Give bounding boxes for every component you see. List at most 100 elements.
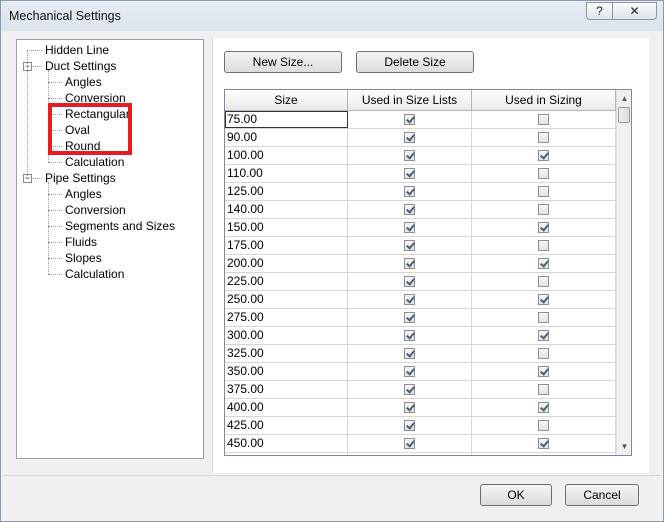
size-cell[interactable]: 425.00 xyxy=(225,417,348,434)
tree-item-calculation[interactable]: Calculation xyxy=(63,266,126,282)
size-cell[interactable]: 150.00 xyxy=(225,219,348,236)
table-row[interactable]: 400.00 xyxy=(225,399,616,417)
close-button[interactable]: ✕ xyxy=(612,2,657,20)
table-row[interactable]: 300.00 xyxy=(225,327,616,345)
table-row[interactable]: 175.00 xyxy=(225,237,616,255)
used-in-size-lists-checkbox[interactable] xyxy=(404,150,415,161)
table-row[interactable]: 75.00 xyxy=(225,111,616,129)
table-row[interactable]: 425.00 xyxy=(225,417,616,435)
size-cell[interactable]: 400.00 xyxy=(225,399,348,416)
table-row[interactable]: 200.00 xyxy=(225,255,616,273)
used-in-size-lists-checkbox[interactable] xyxy=(404,240,415,251)
ok-button[interactable]: OK xyxy=(480,484,552,506)
used-in-sizing-checkbox[interactable] xyxy=(538,240,549,251)
used-in-size-lists-checkbox[interactable] xyxy=(404,312,415,323)
table-row[interactable]: 90.00 xyxy=(225,129,616,147)
used-in-sizing-checkbox[interactable] xyxy=(538,132,549,143)
scroll-up-arrow-icon[interactable]: ▲ xyxy=(617,90,631,107)
column-header-used-in-sizing[interactable]: Used in Sizing xyxy=(472,90,616,110)
tree-item-conversion[interactable]: Conversion xyxy=(63,202,128,218)
used-in-sizing-checkbox[interactable] xyxy=(538,258,549,269)
table-row[interactable]: 375.00 xyxy=(225,381,616,399)
used-in-sizing-checkbox[interactable] xyxy=(538,114,549,125)
used-in-sizing-checkbox[interactable] xyxy=(538,366,549,377)
size-cell[interactable]: 225.00 xyxy=(225,273,348,290)
used-in-size-lists-checkbox[interactable] xyxy=(404,186,415,197)
vertical-scrollbar[interactable]: ▲ ▼ xyxy=(616,90,631,455)
column-header-used-in-size-lists[interactable]: Used in Size Lists xyxy=(348,90,472,110)
scroll-down-arrow-icon[interactable]: ▼ xyxy=(617,438,631,455)
used-in-size-lists-checkbox[interactable] xyxy=(404,348,415,359)
table-row[interactable]: 150.00 xyxy=(225,219,616,237)
used-in-size-lists-checkbox[interactable] xyxy=(404,294,415,305)
table-row[interactable]: 275.00 xyxy=(225,309,616,327)
cancel-button[interactable]: Cancel xyxy=(565,484,639,506)
used-in-size-lists-checkbox[interactable] xyxy=(404,402,415,413)
size-cell[interactable]: 375.00 xyxy=(225,381,348,398)
used-in-sizing-checkbox[interactable] xyxy=(538,312,549,323)
used-in-size-lists-checkbox[interactable] xyxy=(404,222,415,233)
used-in-size-lists-checkbox[interactable] xyxy=(404,366,415,377)
table-row[interactable]: 110.00 xyxy=(225,165,616,183)
table-row[interactable]: 125.00 xyxy=(225,183,616,201)
used-in-sizing-checkbox[interactable] xyxy=(538,384,549,395)
used-in-sizing-checkbox[interactable] xyxy=(538,420,549,431)
tree-item-segments-and-sizes[interactable]: Segments and Sizes xyxy=(63,218,177,234)
tree-item-pipe-settings[interactable]: Pipe Settings xyxy=(43,170,118,186)
used-in-size-lists-checkbox[interactable] xyxy=(404,438,415,449)
size-cell[interactable]: 175.00 xyxy=(225,237,348,254)
tree-item-angles[interactable]: Angles xyxy=(63,186,104,202)
help-button[interactable]: ? xyxy=(586,2,613,20)
table-row[interactable]: 450.00 xyxy=(225,435,616,453)
size-cell[interactable]: 125.00 xyxy=(225,183,348,200)
delete-size-button[interactable]: Delete Size xyxy=(356,51,474,73)
used-in-size-lists-checkbox[interactable] xyxy=(404,204,415,215)
used-in-size-lists-checkbox[interactable] xyxy=(404,168,415,179)
tree-item-fluids[interactable]: Fluids xyxy=(63,234,99,250)
new-size-button[interactable]: New Size... xyxy=(224,51,342,73)
size-cell[interactable] xyxy=(225,453,348,455)
size-cell[interactable]: 350.00 xyxy=(225,363,348,380)
used-in-sizing-checkbox[interactable] xyxy=(538,168,549,179)
size-cell[interactable]: 275.00 xyxy=(225,309,348,326)
used-in-size-lists-checkbox[interactable] xyxy=(404,132,415,143)
tree-item-calculation[interactable]: Calculation xyxy=(63,154,126,170)
used-in-sizing-checkbox[interactable] xyxy=(538,150,549,161)
used-in-size-lists-checkbox[interactable] xyxy=(404,420,415,431)
size-cell[interactable]: 110.00 xyxy=(225,165,348,182)
tree-item-angles[interactable]: Angles xyxy=(63,74,104,90)
tree-item-duct-settings[interactable]: Duct Settings xyxy=(43,58,118,74)
table-row[interactable]: 140.00 xyxy=(225,201,616,219)
size-cell[interactable]: 300.00 xyxy=(225,327,348,344)
used-in-sizing-checkbox[interactable] xyxy=(538,186,549,197)
table-row[interactable]: 250.00 xyxy=(225,291,616,309)
table-row[interactable]: 325.00 xyxy=(225,345,616,363)
size-cell[interactable]: 450.00 xyxy=(225,435,348,452)
used-in-sizing-checkbox[interactable] xyxy=(538,348,549,359)
column-header-size[interactable]: Size xyxy=(225,90,348,110)
used-in-sizing-checkbox[interactable] xyxy=(538,276,549,287)
used-in-sizing-checkbox[interactable] xyxy=(538,330,549,341)
used-in-sizing-checkbox[interactable] xyxy=(538,402,549,413)
used-in-size-lists-checkbox[interactable] xyxy=(404,384,415,395)
tree-item-hidden-line[interactable]: Hidden Line xyxy=(43,42,111,58)
used-in-size-lists-checkbox[interactable] xyxy=(404,330,415,341)
size-cell[interactable]: 90.00 xyxy=(225,129,348,146)
scrollbar-thumb[interactable] xyxy=(618,107,630,123)
used-in-sizing-checkbox[interactable] xyxy=(538,204,549,215)
used-in-sizing-checkbox[interactable] xyxy=(538,438,549,449)
table-row[interactable] xyxy=(225,453,616,455)
used-in-size-lists-checkbox[interactable] xyxy=(404,276,415,287)
used-in-size-lists-checkbox[interactable] xyxy=(404,258,415,269)
size-cell[interactable]: 140.00 xyxy=(225,201,348,218)
table-row[interactable]: 100.00 xyxy=(225,147,616,165)
size-cell[interactable]: 325.00 xyxy=(225,345,348,362)
used-in-sizing-checkbox[interactable] xyxy=(538,294,549,305)
size-cell[interactable]: 100.00 xyxy=(225,147,348,164)
table-row[interactable]: 225.00 xyxy=(225,273,616,291)
size-cell[interactable]: 75.00 xyxy=(225,111,348,128)
tree-item-slopes[interactable]: Slopes xyxy=(63,250,104,266)
table-row[interactable]: 350.00 xyxy=(225,363,616,381)
size-cell[interactable]: 200.00 xyxy=(225,255,348,272)
used-in-sizing-checkbox[interactable] xyxy=(538,222,549,233)
